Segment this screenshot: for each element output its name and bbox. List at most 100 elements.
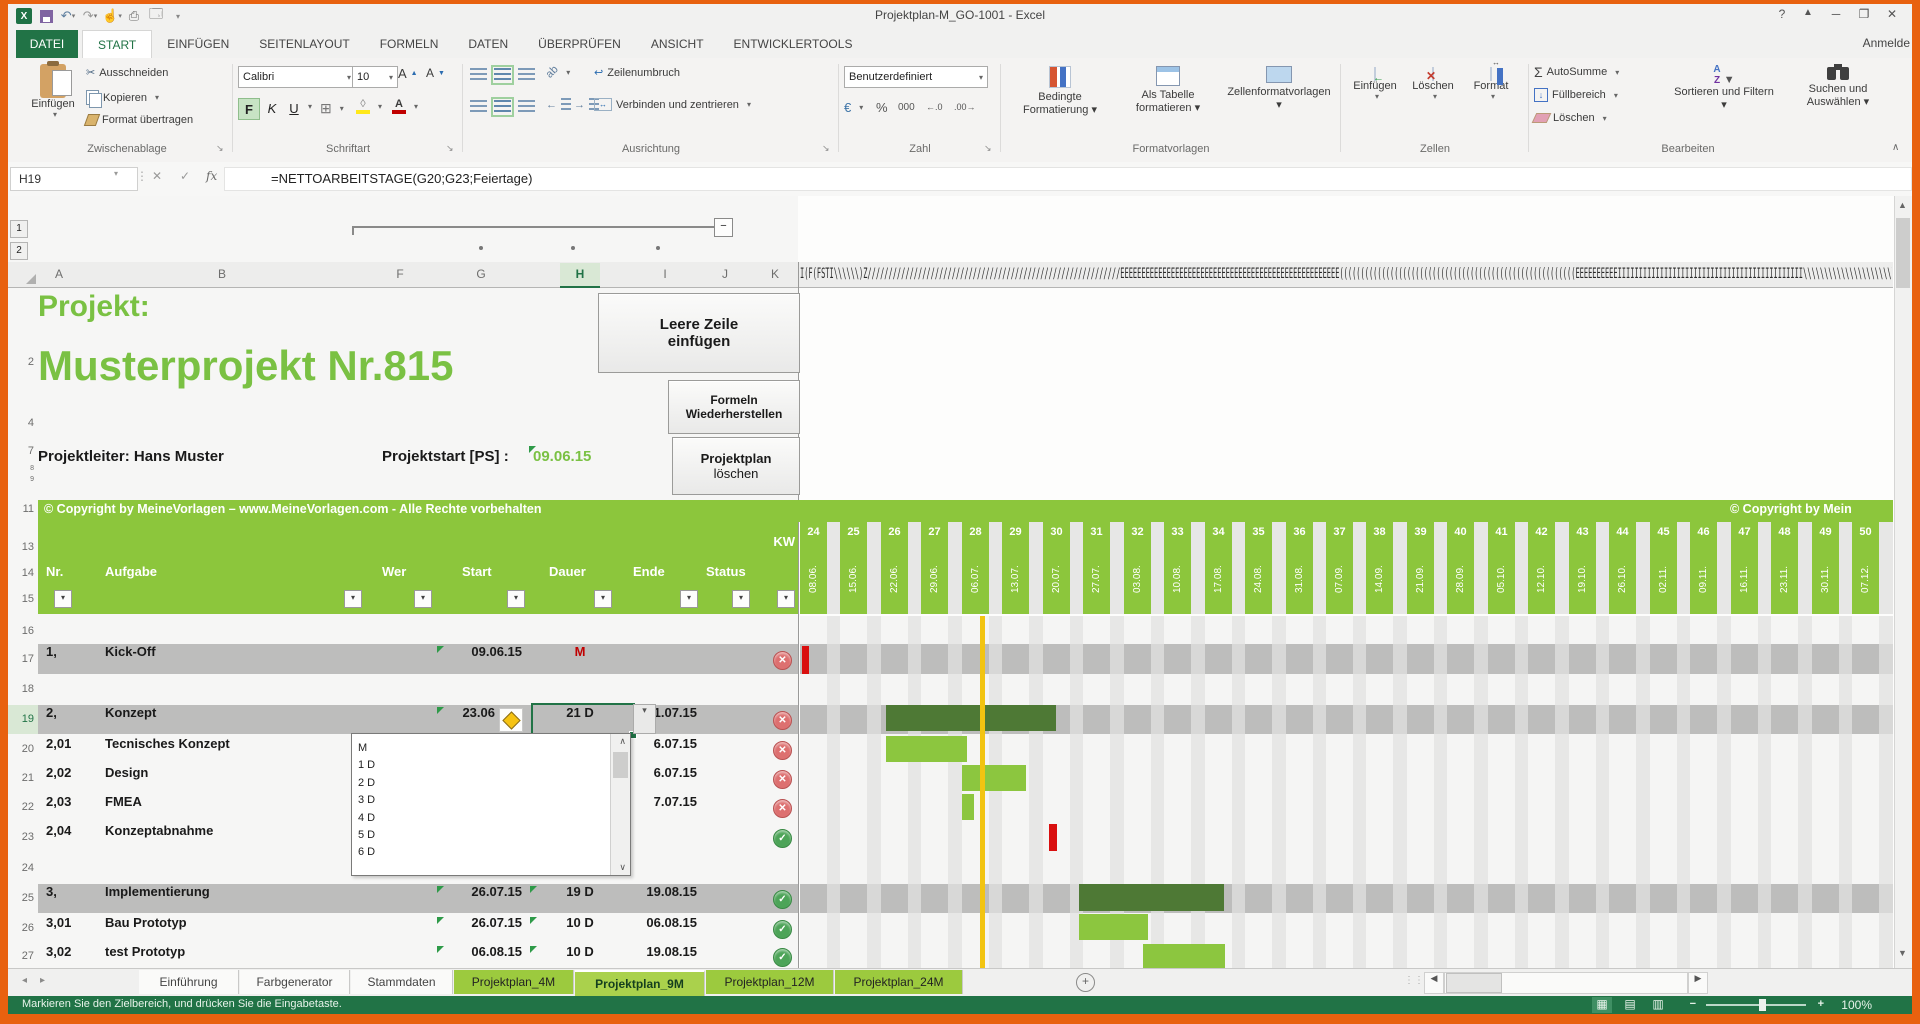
filter-button-0[interactable]: ▾ <box>54 590 72 608</box>
restore-button[interactable]: ❐ <box>1852 7 1876 21</box>
bold-button[interactable]: F <box>238 98 260 120</box>
sheet-nav-left-icon[interactable]: ◂ <box>22 975 27 986</box>
cell-ende[interactable]: 19.08.15 <box>632 884 697 913</box>
row-header-21[interactable]: 21 <box>8 765 38 792</box>
dropdown-item-5D[interactable]: 5 D <box>358 829 375 841</box>
validation-dropdown-list[interactable]: M1 D2 D3 D4 D5 D6 D∧∨ <box>351 733 631 876</box>
cell-aufgabe[interactable]: Kick-Off <box>105 644 156 674</box>
zoom-slider[interactable] <box>1706 1004 1806 1006</box>
status-error-icon[interactable]: ✕ <box>773 799 792 818</box>
decrease-indent-icon[interactable]: ← <box>546 98 571 112</box>
minimize-button[interactable]: ─ <box>1824 7 1848 21</box>
number-format-select[interactable]: Benutzerdefiniert▾ <box>844 66 988 88</box>
cell-start[interactable]: 26.07.15 <box>435 884 522 913</box>
format-cells-button[interactable]: ↔ Format▾ <box>1464 68 1518 101</box>
orientation-icon[interactable]: ab▾ <box>546 66 570 78</box>
row-header-8[interactable]: 8 <box>8 464 38 474</box>
font-color-icon[interactable]: A▾ <box>392 98 418 114</box>
fill-color-icon[interactable]: ◊▾ <box>356 98 382 114</box>
filter-button-2[interactable]: ▾ <box>414 590 432 608</box>
format-painter-button[interactable]: Format übertragen <box>86 114 193 126</box>
vscroll-up-icon[interactable]: ▲ <box>1898 200 1907 210</box>
cell-start[interactable]: 26.07.15 <box>435 915 522 942</box>
collapse-group-button[interactable]: − <box>714 218 733 237</box>
row-header-20[interactable]: 20 <box>8 736 38 763</box>
dropdown-scrollbar-thumb[interactable] <box>613 752 628 778</box>
row-header-13[interactable]: 13 <box>8 536 38 558</box>
tab-überprüfen[interactable]: ÜBERPRÜFEN <box>523 30 636 58</box>
shrink-font-icon[interactable]: A▼ <box>426 66 445 80</box>
decrease-decimal-icon[interactable]: .00→ <box>954 102 976 112</box>
row-header-16[interactable]: 16 <box>8 620 38 642</box>
filter-button-4[interactable]: ▾ <box>594 590 612 608</box>
dropdown-item-6D[interactable]: 6 D <box>358 846 375 858</box>
add-sheet-button[interactable]: + <box>1076 973 1095 992</box>
sheet-tab-farbgenerator[interactable]: Farbgenerator <box>240 970 350 994</box>
cell-start[interactable]: 06.08.15 <box>435 944 522 968</box>
tab-start[interactable]: START <box>82 30 152 59</box>
cell-nr[interactable]: 2,01 <box>46 736 71 763</box>
hscroll-left-icon[interactable]: ◀ <box>1424 972 1444 994</box>
column-header-G[interactable]: G <box>461 263 501 286</box>
fill-button[interactable]: ↓ Füllbereich▾ <box>1534 88 1618 102</box>
underline-dropdown-icon[interactable]: ▾ <box>304 102 312 111</box>
cell-aufgabe[interactable]: Konzeptabnahme <box>105 823 213 852</box>
tab-entwicklertools[interactable]: ENTWICKLERTOOLS <box>719 30 868 58</box>
cell-aufgabe[interactable]: Implementierung <box>105 884 210 913</box>
task-row-26[interactable]: 3,01Bau Prototyp26.07.1510 D06.08.15✓ <box>38 915 798 942</box>
task-row-25[interactable]: 3,Implementierung26.07.1519 D19.08.15✓ <box>38 884 798 913</box>
dropdown-item-M[interactable]: M <box>358 742 367 754</box>
page-break-view-icon[interactable]: ▥ <box>1648 997 1668 1013</box>
align-center-icon[interactable] <box>494 100 511 114</box>
row-header-25[interactable]: 25 <box>8 884 38 913</box>
column-header-H[interactable]: H <box>560 263 600 288</box>
dropdown-item-1D[interactable]: 1 D <box>358 759 375 771</box>
row-header-2[interactable]: 2 <box>8 346 38 378</box>
accounting-format-icon[interactable]: €▾ <box>844 100 863 115</box>
row-header-7[interactable]: 7 <box>8 440 38 462</box>
row-header-18[interactable]: 18 <box>8 676 38 703</box>
sheet-tab-projektplan_24m[interactable]: Projektplan_24M <box>835 970 963 994</box>
cancel-formula-icon[interactable]: ✕ <box>152 169 162 183</box>
status-error-icon[interactable]: ✕ <box>773 770 792 789</box>
row-header-24[interactable]: 24 <box>8 855 38 882</box>
restore-formulas-button[interactable]: FormelnWiederherstellen <box>668 380 800 434</box>
filter-button-5[interactable]: ▾ <box>680 590 698 608</box>
dropdown-scroll-up-icon[interactable]: ∧ <box>619 736 626 747</box>
align-right-icon[interactable] <box>518 100 535 114</box>
cell-nr[interactable]: 2,03 <box>46 794 71 821</box>
sheet-tab-stammdaten[interactable]: Stammdaten <box>351 970 453 994</box>
cell-start[interactable]: 23.06 <box>435 705 495 734</box>
font-name-select[interactable]: Calibri▾ <box>238 66 356 88</box>
underline-button[interactable]: U <box>284 98 304 118</box>
column-header-I[interactable]: I <box>645 263 685 286</box>
row-header-26[interactable]: 26 <box>8 915 38 942</box>
row-header-9[interactable]: 9 <box>8 475 38 485</box>
task-row-17[interactable]: 1,Kick-Off09.06.15M✕ <box>38 644 798 674</box>
column-header-F[interactable]: F <box>380 263 420 286</box>
filter-button-1[interactable]: ▾ <box>344 590 362 608</box>
zoom-level[interactable]: 100% <box>1841 998 1872 1012</box>
percent-style-icon[interactable]: % <box>876 100 888 115</box>
cell-ende[interactable]: 6.07.15 <box>632 765 697 792</box>
cell-nr[interactable]: 3, <box>46 884 57 913</box>
row-header-11[interactable]: 11 <box>8 498 38 520</box>
cell-nr[interactable]: 2,02 <box>46 765 71 792</box>
cell-dauer[interactable]: 10 D <box>528 915 632 942</box>
sheet-tab-projektplan_9m[interactable]: Projektplan_9M <box>575 970 705 996</box>
task-row-27[interactable]: 3,02test Prototyp06.08.1510 D19.08.15✓ <box>38 944 798 968</box>
sheet-nav-right-icon[interactable]: ▸ <box>40 975 45 986</box>
delete-plan-button[interactable]: Projektplanlöschen <box>672 437 800 495</box>
vscroll-down-icon[interactable]: ▼ <box>1898 948 1907 958</box>
horizontal-scrollbar-thumb[interactable] <box>1446 973 1502 993</box>
sheet-tab-einführung[interactable]: Einführung <box>139 970 239 994</box>
cell-dauer[interactable]: 10 D <box>528 944 632 968</box>
task-row-19[interactable]: 2,Konzept23.0621 D1.07.15✕ <box>38 705 798 734</box>
tab-daten[interactable]: DATEN <box>453 30 523 58</box>
project-start-value[interactable]: 09.06.15 <box>533 448 591 465</box>
autosum-button[interactable]: ΣAutoSumme▾ <box>1534 64 1619 80</box>
status-error-icon[interactable]: ✕ <box>773 651 792 670</box>
column-header-B[interactable]: B <box>202 263 242 286</box>
insert-empty-row-button[interactable]: Leere Zeileeinfügen <box>598 293 800 373</box>
row-header-15[interactable]: 15 <box>8 588 38 610</box>
